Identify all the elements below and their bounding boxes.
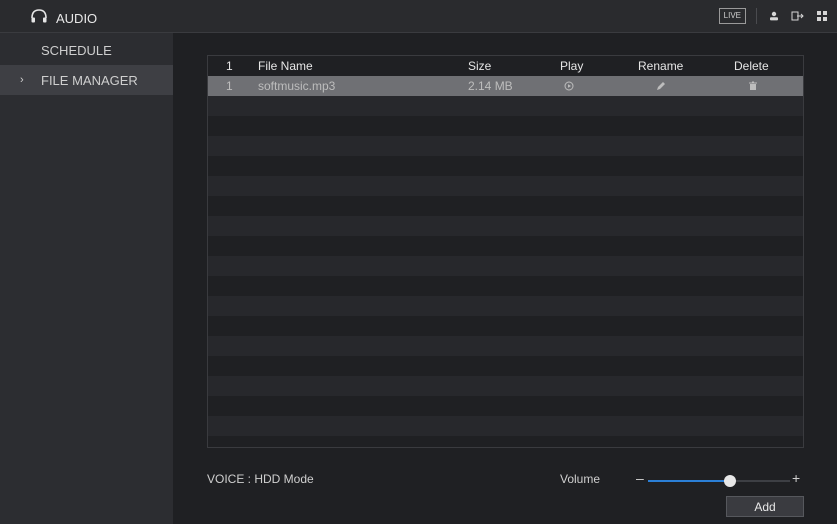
logout-icon[interactable]: [791, 9, 805, 23]
headphones-icon: [30, 8, 48, 29]
volume-increase-button[interactable]: +: [792, 470, 800, 486]
col-delete-header: Delete: [734, 59, 769, 73]
volume-slider-handle[interactable]: [724, 475, 736, 487]
sidebar: SCHEDULE › FILE MANAGER: [0, 33, 173, 524]
col-index-header: 1: [226, 59, 233, 73]
table-row: [208, 296, 803, 316]
row-file-name: softmusic.mp3: [258, 79, 336, 93]
title-wrap: AUDIO: [30, 8, 97, 29]
table-row: [208, 176, 803, 196]
play-icon[interactable]: [564, 76, 574, 96]
table-row: [208, 376, 803, 396]
topbar-separator: [756, 8, 757, 24]
volume-decrease-button[interactable]: –: [636, 470, 644, 486]
col-file-name-header: File Name: [258, 59, 313, 73]
volume-label: Volume: [560, 472, 601, 486]
col-rename-header: Rename: [638, 59, 684, 73]
table-row: [208, 316, 803, 336]
table-row: [208, 276, 803, 296]
user-icon[interactable]: [767, 9, 781, 23]
table-row: [208, 136, 803, 156]
rename-icon[interactable]: [656, 76, 666, 96]
table-row: [208, 256, 803, 276]
page-title: AUDIO: [56, 11, 98, 26]
sidebar-item-schedule[interactable]: SCHEDULE: [0, 35, 173, 65]
delete-icon[interactable]: [748, 76, 758, 96]
table-row: [208, 396, 803, 416]
table-row: [208, 336, 803, 356]
top-bar: AUDIO LIVE: [0, 0, 837, 33]
volume-slider[interactable]: [648, 475, 790, 487]
file-table: 1 File Name Size Play Rename Delete 1 so…: [207, 55, 804, 448]
table-row: [208, 416, 803, 436]
sidebar-item-label: SCHEDULE: [41, 42, 112, 58]
table-row: [208, 116, 803, 136]
live-button[interactable]: LIVE: [718, 8, 746, 24]
voice-mode-text: VOICE : HDD Mode: [207, 472, 314, 486]
col-play-header: Play: [560, 59, 584, 73]
table-row: [208, 196, 803, 216]
table-row: [208, 356, 803, 376]
row-size: 2.14 MB: [468, 79, 513, 93]
table-row: [208, 216, 803, 236]
sidebar-item-file-manager[interactable]: › FILE MANAGER: [0, 65, 173, 95]
volume-slider-fill: [648, 480, 730, 482]
table-header: 1 File Name Size Play Rename Delete: [208, 56, 803, 76]
row-index: 1: [226, 79, 233, 93]
table-row[interactable]: 1 softmusic.mp3 2.14 MB: [208, 76, 803, 96]
sidebar-item-label: FILE MANAGER: [41, 72, 138, 88]
grid-icon[interactable]: [815, 9, 829, 23]
table-row: [208, 236, 803, 256]
table-row: [208, 96, 803, 116]
col-size-header: Size: [468, 59, 492, 73]
table-row: [208, 156, 803, 176]
chevron-right-icon: ›: [20, 74, 24, 86]
topbar-actions: LIVE: [718, 8, 829, 24]
add-button[interactable]: Add: [726, 496, 804, 517]
